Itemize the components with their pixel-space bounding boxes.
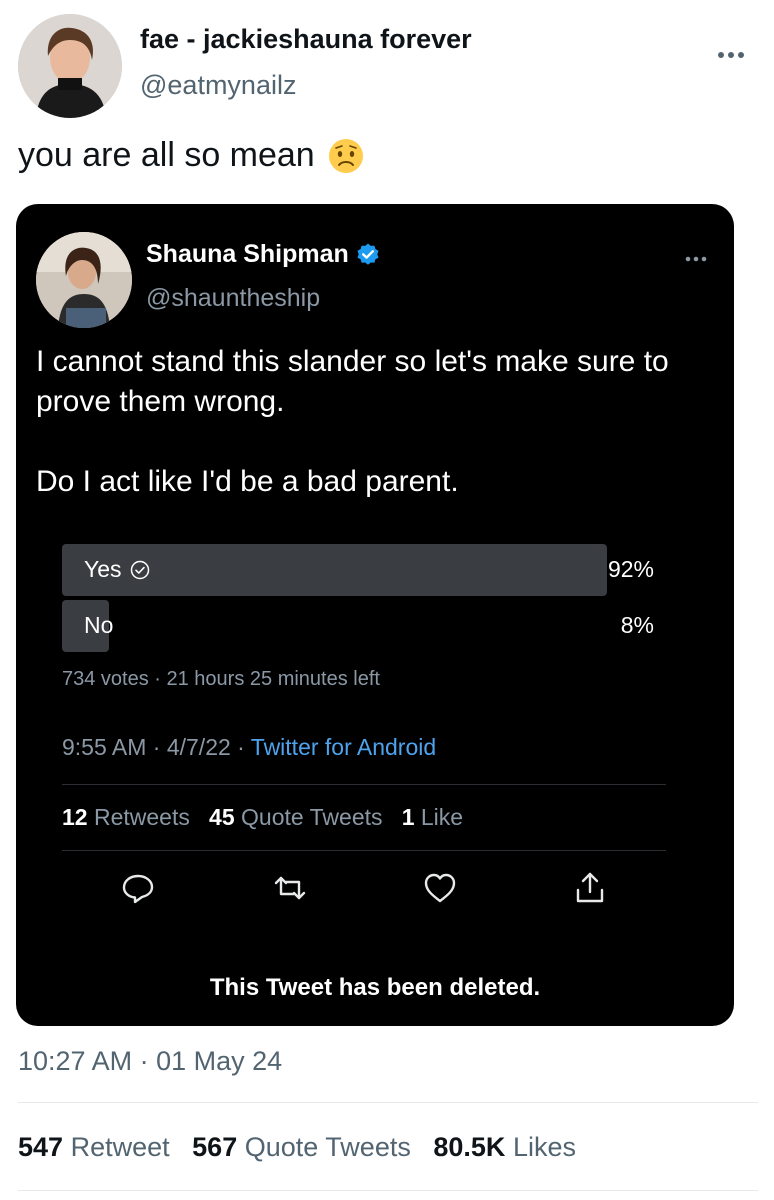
embedded-display-name-text: Shauna Shipman bbox=[146, 240, 349, 268]
retweets-label[interactable]: Retweet bbox=[71, 1132, 170, 1162]
tweet-text: you are all so mean bbox=[18, 136, 365, 175]
tweet-timestamp[interactable]: 10:27 AM · 01 May 24 bbox=[18, 1046, 282, 1077]
likes-count[interactable]: 80.5K bbox=[433, 1132, 505, 1162]
quote-count[interactable]: 567 bbox=[192, 1132, 237, 1162]
embedded-avatar bbox=[36, 232, 132, 328]
verified-badge-icon bbox=[357, 243, 379, 265]
embedded-tweet-paragraph-2: Do I act like I'd be a bad parent. bbox=[36, 465, 459, 498]
likes-label[interactable]: Likes bbox=[513, 1132, 576, 1162]
retweet-icon bbox=[274, 876, 306, 900]
embedded-display-name: Shauna Shipman bbox=[146, 240, 381, 269]
quote-label[interactable]: Quote Tweets bbox=[245, 1132, 411, 1162]
embedded-timestamp: 9:55 AM · 4/7/22 · Twitter for Android bbox=[62, 734, 436, 761]
outer-tweet-header: fae - jackieshauna forever @eatmynailz bbox=[18, 14, 758, 120]
divider bbox=[62, 850, 666, 851]
check-circle-icon bbox=[130, 560, 149, 579]
poll-meta: 734 votes · 21 hours 25 minutes left bbox=[62, 668, 380, 690]
more-options-icon[interactable] bbox=[716, 48, 746, 62]
display-name[interactable]: fae - jackieshauna forever bbox=[140, 24, 472, 55]
embedded-handle: @shauntheship bbox=[146, 284, 321, 312]
reply-icon bbox=[122, 874, 154, 904]
handle[interactable]: @eatmynailz bbox=[140, 70, 296, 101]
embedded-time-text: 9:55 AM · 4/7/22 · bbox=[62, 734, 251, 760]
embedded-more-options-icon bbox=[685, 256, 707, 262]
divider bbox=[62, 784, 666, 785]
poll-option-label: Yes bbox=[84, 556, 122, 582]
quote-count: 45 bbox=[209, 804, 235, 830]
like-icon bbox=[424, 873, 456, 903]
share-icon bbox=[576, 872, 604, 903]
poll-option-percent: 8% bbox=[620, 612, 654, 638]
embedded-tweet-paragraph-1: I cannot stand this slander so let's mak… bbox=[36, 345, 669, 418]
worried-face-emoji-icon bbox=[328, 138, 363, 173]
embedded-stats: 12 Retweets 45 Quote Tweets 1 Like bbox=[62, 804, 463, 831]
poll-option-label: No bbox=[84, 612, 114, 638]
likes-label: Like bbox=[420, 804, 464, 830]
embedded-tweet-text: I cannot stand this slander so let's mak… bbox=[36, 342, 726, 502]
avatar[interactable] bbox=[18, 14, 122, 118]
retweets-label: Retweets bbox=[93, 804, 190, 830]
retweets-count[interactable]: 547 bbox=[18, 1132, 63, 1162]
avatar-photo bbox=[18, 14, 122, 118]
retweets-count: 12 bbox=[62, 804, 88, 830]
tweet-text-content: you are all so mean bbox=[18, 136, 315, 174]
embedded-avatar-photo bbox=[36, 232, 132, 328]
divider bbox=[18, 1190, 758, 1191]
divider bbox=[18, 1102, 758, 1103]
quote-label: Quote Tweets bbox=[241, 804, 383, 830]
source-link: Twitter for Android bbox=[250, 734, 437, 760]
poll-option-no: No 8% bbox=[62, 600, 654, 652]
poll-option-percent: 92% bbox=[607, 556, 654, 582]
poll-option-yes: Yes 92% bbox=[62, 544, 654, 596]
deleted-notice: This Tweet has been deleted. bbox=[209, 974, 541, 1001]
likes-count: 1 bbox=[401, 804, 415, 830]
embedded-tweet-screenshot: Shauna Shipman @shauntheship I cannot st… bbox=[16, 204, 734, 1026]
tweet-stats: 547 Retweet 567 Quote Tweets 80.5K Likes bbox=[18, 1132, 576, 1163]
